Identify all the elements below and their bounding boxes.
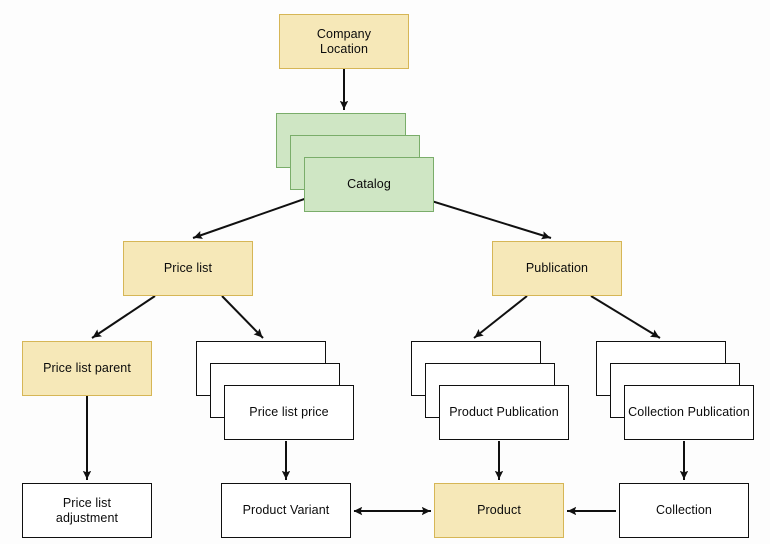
diagram-canvas: Company Location Catalog Price list Publica… [0,0,770,544]
node-price_list_price[interactable]: Price list price [224,385,354,440]
edge-publication-product_publication [473,295,528,339]
node-product_variant-label: Product Variant [242,503,330,517]
node-collection_publication-stack[interactable]: Collection Publication [596,341,754,440]
node-price_list_parent[interactable]: Price list parent [22,341,152,396]
node-catalog-stack[interactable]: Catalog [276,113,434,212]
edge-publication-collection_publication [590,295,661,339]
node-price_list_price-stack[interactable]: Price list price [196,341,354,440]
node-product_variant[interactable]: Product Variant [221,483,351,538]
node-product[interactable]: Product [434,483,564,538]
node-price_list_adjustment-label: Price list adjustment [55,495,119,525]
node-publication-label: Publication [525,261,589,275]
node-price_list_parent-label: Price list parent [43,361,131,375]
node-price_list-label: Price list [163,261,213,275]
node-collection-label: Collection [656,503,712,517]
node-product_publication[interactable]: Product Publication [439,385,569,440]
node-collection_publication[interactable]: Collection Publication [624,385,754,440]
node-price_list_price-label: Price list price [249,405,329,419]
node-catalog-label: Catalog [347,177,391,191]
node-catalog[interactable]: Catalog [304,157,434,212]
node-price_list[interactable]: Price list [123,241,253,296]
node-collection_publication-label: Collection Publication [628,405,750,419]
node-product_publication-stack[interactable]: Product Publication [411,341,569,440]
edge-price_list-price_list_price [221,295,264,339]
node-product_publication-label: Product Publication [449,405,559,419]
edge-price_list-price_list_parent [91,295,156,339]
node-company_location-label: Company Location [316,26,372,56]
node-price_list_adjustment[interactable]: Price list adjustment [22,483,152,538]
node-collection[interactable]: Collection [619,483,749,538]
edge-layer [82,69,689,516]
node-company_location[interactable]: Company Location [279,14,409,69]
node-publication[interactable]: Publication [492,241,622,296]
node-product-label: Product [477,503,521,517]
